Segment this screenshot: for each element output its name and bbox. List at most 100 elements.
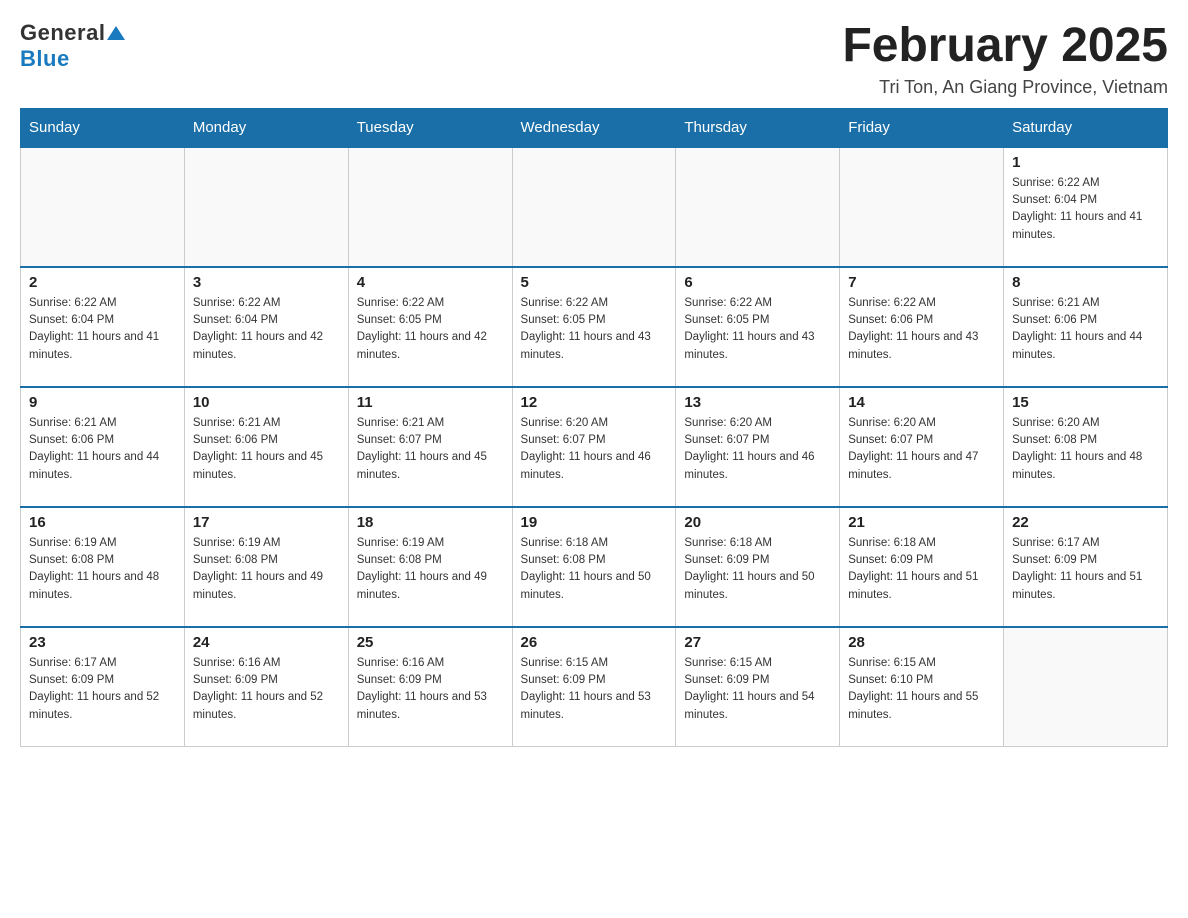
day-number: 8	[1012, 274, 1159, 291]
daylight-text: Daylight: 11 hours and 49 minutes.	[193, 571, 323, 600]
sunrise-text: Sunrise: 6:21 AM	[193, 417, 281, 429]
daylight-text: Daylight: 11 hours and 42 minutes.	[193, 331, 323, 360]
day-number: 16	[29, 514, 176, 531]
day-number: 20	[684, 514, 831, 531]
daylight-text: Daylight: 11 hours and 54 minutes.	[684, 691, 814, 720]
day-number: 6	[684, 274, 831, 291]
table-row: 2Sunrise: 6:22 AMSunset: 6:04 PMDaylight…	[21, 267, 185, 387]
day-number: 24	[193, 634, 340, 651]
day-number: 12	[521, 394, 668, 411]
sunrise-text: Sunrise: 6:15 AM	[521, 657, 609, 669]
sunset-text: Sunset: 6:09 PM	[29, 674, 114, 686]
day-info: Sunrise: 6:22 AMSunset: 6:04 PMDaylight:…	[193, 295, 340, 364]
sunrise-text: Sunrise: 6:18 AM	[684, 537, 772, 549]
day-info: Sunrise: 6:15 AMSunset: 6:10 PMDaylight:…	[848, 655, 995, 724]
sunset-text: Sunset: 6:04 PM	[193, 314, 278, 326]
logo-blue-text: Blue	[20, 46, 70, 71]
day-info: Sunrise: 6:21 AMSunset: 6:06 PMDaylight:…	[193, 415, 340, 484]
sunrise-text: Sunrise: 6:21 AM	[357, 417, 445, 429]
day-info: Sunrise: 6:20 AMSunset: 6:07 PMDaylight:…	[521, 415, 668, 484]
daylight-text: Daylight: 11 hours and 44 minutes.	[1012, 331, 1142, 360]
location-text: Tri Ton, An Giang Province, Vietnam	[842, 77, 1168, 98]
daylight-text: Daylight: 11 hours and 50 minutes.	[521, 571, 651, 600]
day-number: 18	[357, 514, 504, 531]
sunset-text: Sunset: 6:09 PM	[684, 554, 769, 566]
daylight-text: Daylight: 11 hours and 50 minutes.	[684, 571, 814, 600]
day-number: 13	[684, 394, 831, 411]
day-number: 9	[29, 394, 176, 411]
sunrise-text: Sunrise: 6:20 AM	[521, 417, 609, 429]
daylight-text: Daylight: 11 hours and 46 minutes.	[684, 451, 814, 480]
day-info: Sunrise: 6:17 AMSunset: 6:09 PMDaylight:…	[1012, 535, 1159, 604]
daylight-text: Daylight: 11 hours and 42 minutes.	[357, 331, 487, 360]
logo: General Blue	[20, 20, 125, 72]
sunset-text: Sunset: 6:06 PM	[848, 314, 933, 326]
sunset-text: Sunset: 6:04 PM	[1012, 194, 1097, 206]
daylight-text: Daylight: 11 hours and 41 minutes.	[29, 331, 159, 360]
sunset-text: Sunset: 6:07 PM	[684, 434, 769, 446]
day-info: Sunrise: 6:21 AMSunset: 6:07 PMDaylight:…	[357, 415, 504, 484]
day-number: 25	[357, 634, 504, 651]
sunrise-text: Sunrise: 6:18 AM	[848, 537, 936, 549]
day-info: Sunrise: 6:22 AMSunset: 6:05 PMDaylight:…	[357, 295, 504, 364]
sunset-text: Sunset: 6:08 PM	[1012, 434, 1097, 446]
month-title: February 2025	[842, 20, 1168, 73]
daylight-text: Daylight: 11 hours and 43 minutes.	[684, 331, 814, 360]
table-row: 8 Sunrise: 6:21 AMSunset: 6:06 PMDaylight…	[1004, 267, 1168, 387]
logo-triangle-icon	[107, 26, 125, 40]
sunset-text: Sunset: 6:06 PM	[29, 434, 114, 446]
day-info: Sunrise: 6:21 AMSunset: 6:06 PMDaylight:…	[1012, 295, 1159, 364]
day-info: Sunrise: 6:18 AM Sunset: 6:09 PM Daylight:…	[684, 535, 831, 604]
day-number: 22	[1012, 514, 1159, 531]
sunrise-text: Sunrise: 6:21 AM	[29, 417, 117, 429]
daylight-text: Daylight: 11 hours and 48 minutes.	[29, 571, 159, 600]
sunrise-text: Sunrise: 6:15 AM	[684, 657, 772, 669]
sunset-text: Sunset: 6:07 PM	[521, 434, 606, 446]
sunrise-text: Sunrise: 6:21 AM	[1012, 297, 1100, 309]
day-info: Sunrise: 6:20 AMSunset: 6:07 PMDaylight:…	[684, 415, 831, 484]
day-info: Sunrise: 6:18 AMSunset: 6:09 PMDaylight:…	[848, 535, 995, 604]
daylight-text: Daylight: 11 hours and 52 minutes.	[193, 691, 323, 720]
sunset-text: Sunset: 6:10 PM	[848, 674, 933, 686]
logo-general-text: General	[20, 20, 105, 45]
sunset-text: Sunset: 6:09 PM	[848, 554, 933, 566]
calendar-week-row: 9Sunrise: 6:21 AMSunset: 6:06 PMDaylight…	[21, 387, 1168, 507]
day-info: Sunrise: 6:15 AMSunset: 6:09 PMDaylight:…	[521, 655, 668, 724]
sunset-text: Sunset: 6:09 PM	[521, 674, 606, 686]
table-row: 26Sunrise: 6:15 AMSunset: 6:09 PMDayligh…	[512, 627, 676, 747]
sunrise-text: Sunrise: 6:20 AM	[1012, 417, 1100, 429]
sunset-text: Sunset: 6:07 PM	[357, 434, 442, 446]
table-row: 17Sunrise: 6:19 AMSunset: 6:08 PMDayligh…	[184, 507, 348, 627]
sunrise-text: Sunrise: 6:18 AM	[521, 537, 609, 549]
day-number: 15	[1012, 394, 1159, 411]
table-row: 13 Sunrise: 6:20 AMSunset: 6:07 PMDayligh…	[676, 387, 840, 507]
day-info: Sunrise: 6:22 AMSunset: 6:05 PMDaylight:…	[684, 295, 831, 364]
day-info: Sunrise: 6:16 AMSunset: 6:09 PMDaylight:…	[357, 655, 504, 724]
table-row: 11Sunrise: 6:21 AMSunset: 6:07 PMDayligh…	[348, 387, 512, 507]
day-number: 27	[684, 634, 831, 651]
sunset-text: Sunset: 6:04 PM	[29, 314, 114, 326]
daylight-text: Daylight: 11 hours and 51 minutes.	[1012, 571, 1142, 600]
daylight-text: Daylight: 11 hours and 44 minutes.	[29, 451, 159, 480]
calendar-week-row: 16 Sunrise: 6:19 AM Sunset: 6:08 PM Dayligh…	[21, 507, 1168, 627]
col-monday: Monday	[184, 108, 348, 147]
sunrise-text: Sunrise: 6:19 AM	[357, 537, 445, 549]
sunset-text: Sunset: 6:05 PM	[684, 314, 769, 326]
daylight-text: Daylight: 11 hours and 43 minutes.	[521, 331, 651, 360]
day-number: 3	[193, 274, 340, 291]
day-info: Sunrise: 6:16 AMSunset: 6:09 PMDaylight:…	[193, 655, 340, 724]
daylight-text: Daylight: 11 hours and 48 minutes.	[1012, 451, 1142, 480]
table-row: 20 Sunrise: 6:18 AM Sunset: 6:09 PM Dayligh…	[676, 507, 840, 627]
day-number: 21	[848, 514, 995, 531]
sunset-text: Sunset: 6:09 PM	[684, 674, 769, 686]
sunset-text: Sunset: 6:08 PM	[193, 554, 278, 566]
col-wednesday: Wednesday	[512, 108, 676, 147]
table-row	[512, 147, 676, 267]
sunrise-text: Sunrise: 6:17 AM	[1012, 537, 1100, 549]
calendar-header-row: Sunday Monday Tuesday Wednesday Thursday…	[21, 108, 1168, 147]
day-number: 7	[848, 274, 995, 291]
table-row: 15 Sunrise: 6:20 AM Sunset: 6:08 PM Dayligh…	[1004, 387, 1168, 507]
table-row: 19Sunrise: 6:18 AMSunset: 6:08 PMDayligh…	[512, 507, 676, 627]
table-row: 9 Sunrise: 6:21 AM Sunset: 6:06 PM Daylight…	[21, 387, 185, 507]
sunset-text: Sunset: 6:09 PM	[357, 674, 442, 686]
